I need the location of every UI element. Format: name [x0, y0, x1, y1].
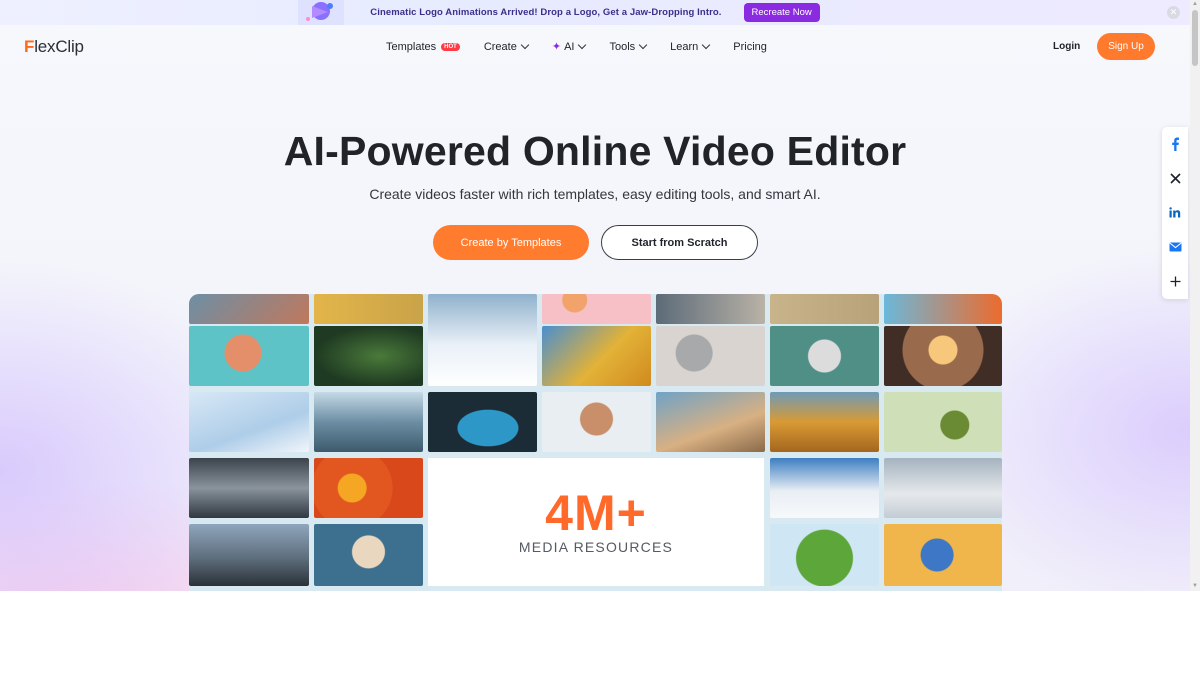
share-linkedin[interactable]: [1162, 196, 1188, 230]
media-thumbnail: [884, 524, 1002, 586]
nav-ai[interactable]: ✦ AI: [551, 40, 587, 53]
media-thumbnail: [884, 392, 1002, 452]
scroll-down-icon[interactable]: ▼: [1192, 583, 1198, 589]
media-thumbnail: [428, 294, 537, 386]
media-thumbnail: [770, 294, 879, 324]
nav-ai-label: AI: [564, 40, 575, 53]
logo-letter: F: [24, 37, 35, 56]
media-thumbnail: [656, 294, 765, 324]
x-icon: [1169, 173, 1181, 184]
media-thumbnail: [314, 294, 423, 324]
linkedin-icon: [1169, 207, 1181, 218]
email-icon: [1168, 242, 1182, 252]
start-from-scratch-button[interactable]: Start from Scratch: [601, 225, 758, 260]
nav-pricing-label: Pricing: [733, 40, 767, 53]
share-facebook[interactable]: [1162, 127, 1188, 161]
chevron-down-icon: [638, 40, 648, 50]
media-thumbnail: [542, 326, 651, 386]
media-thumbnail: [770, 392, 879, 452]
media-thumbnail: [656, 326, 765, 386]
announcement-text: Cinematic Logo Animations Arrived! Drop …: [370, 7, 722, 18]
plus-icon: [1170, 276, 1180, 287]
nav-learn-label: Learn: [670, 40, 699, 53]
nav-learn[interactable]: Learn: [670, 40, 711, 53]
media-thumbnail: [542, 392, 651, 452]
media-thumbnail: [770, 458, 879, 518]
viewport: Cinematic Logo Animations Arrived! Drop …: [0, 0, 1190, 591]
media-thumbnail: [189, 524, 309, 586]
nav-create[interactable]: Create: [483, 40, 530, 53]
create-by-templates-button[interactable]: Create by Templates: [433, 225, 589, 260]
share-email[interactable]: [1162, 230, 1188, 264]
logo-text: lexClip: [34, 37, 84, 56]
scroll-thumb[interactable]: [1192, 10, 1198, 66]
media-thumbnail: [189, 392, 309, 452]
recreate-now-button[interactable]: Recreate Now: [743, 3, 820, 22]
media-thumbnail: [189, 458, 309, 518]
nav-tools[interactable]: Tools: [609, 40, 648, 53]
announcement-bar: Cinematic Logo Animations Arrived! Drop …: [0, 0, 1190, 25]
chevron-down-icon: [702, 40, 711, 50]
vertical-scrollbar[interactable]: ▲ ▼: [1190, 0, 1200, 591]
hot-badge: HOT: [441, 42, 460, 51]
media-thumbnail: [314, 524, 423, 586]
flexclip-logo[interactable]: FlexClip: [24, 37, 84, 57]
media-thumbnail: [314, 392, 423, 452]
media-thumbnail: [189, 294, 309, 324]
media-thumbnail: [314, 458, 423, 518]
media-thumbnail: [884, 458, 1002, 518]
media-thumbnail: [770, 326, 879, 386]
share-more[interactable]: [1162, 265, 1188, 299]
chevron-down-icon: [520, 40, 530, 50]
nav-templates[interactable]: Templates HOT: [386, 41, 460, 53]
media-thumbnail: [428, 392, 537, 452]
media-thumbnail: [884, 294, 1002, 324]
media-thumbnail: [770, 524, 879, 586]
media-resources-card: 4M+ MEDIA RESOURCES: [428, 458, 764, 586]
share-x[interactable]: [1162, 161, 1188, 195]
hero-subtitle: Create videos faster with rich templates…: [369, 186, 821, 202]
nav-templates-label: Templates: [386, 40, 437, 53]
site-header: FlexClip Templates HOT Create ✦ AI Tools: [0, 25, 1190, 69]
sign-up-button[interactable]: Sign Up: [1097, 33, 1155, 60]
close-icon[interactable]: ✕: [1167, 6, 1180, 19]
media-label: MEDIA RESOURCES: [518, 539, 674, 555]
login-link[interactable]: Login: [1053, 41, 1080, 52]
media-thumbnail: [884, 326, 1002, 386]
main-nav: Templates HOT Create ✦ AI Tools Learn Pr…: [386, 40, 791, 54]
media-thumbnail: [189, 326, 309, 386]
nav-create-label: Create: [483, 40, 517, 53]
facebook-icon: [1172, 137, 1179, 152]
media-thumbnail: [542, 294, 651, 324]
chevron-down-icon: [578, 40, 587, 50]
sparkle-icon: ✦: [551, 41, 562, 53]
media-thumbnail: [656, 392, 765, 452]
nav-tools-label: Tools: [609, 40, 636, 53]
blank-area: [0, 591, 1200, 675]
media-thumbnail: [314, 326, 423, 386]
page: Cinematic Logo Animations Arrived! Drop …: [0, 0, 1200, 675]
nav-pricing[interactable]: Pricing: [733, 41, 767, 53]
page-title: AI-Powered Online Video Editor: [283, 128, 907, 174]
media-count: 4M+: [545, 485, 647, 541]
share-rail: [1162, 127, 1188, 299]
scroll-up-icon[interactable]: ▲: [1192, 1, 1198, 7]
megaphone-icon: [298, 0, 344, 25]
